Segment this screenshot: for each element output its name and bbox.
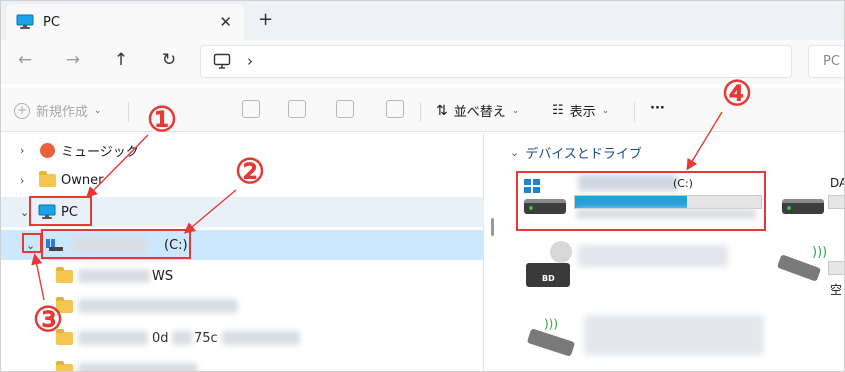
usb-drive-tile[interactable]: ))) bbox=[522, 311, 772, 361]
redacted-name bbox=[78, 269, 150, 283]
back-button[interactable]: ← bbox=[13, 50, 37, 70]
address-bar[interactable]: › bbox=[200, 45, 792, 78]
bd-drive-tile[interactable]: BD bbox=[522, 241, 762, 291]
folder-icon bbox=[56, 360, 73, 372]
chevron-down-icon: ⌄ bbox=[94, 105, 102, 116]
redacted-name bbox=[584, 315, 764, 355]
search-input[interactable]: PC bbox=[808, 45, 845, 78]
view-icon: ☷ bbox=[552, 103, 564, 118]
annotation-number-4: ④ bbox=[721, 74, 753, 114]
chevron-down-icon: ⌄ bbox=[511, 105, 520, 116]
address-chevron-icon[interactable]: › bbox=[247, 52, 253, 70]
sort-button-label: 並べ替え bbox=[453, 105, 506, 120]
share-icon[interactable] bbox=[336, 100, 354, 118]
chevron-down-icon: ⌄ bbox=[601, 105, 610, 116]
chevron-right-icon[interactable]: › bbox=[20, 144, 24, 157]
sort-icon: ⇅ bbox=[436, 102, 448, 119]
tab-pc[interactable]: PC ✕ bbox=[6, 4, 244, 40]
tree-item-redacted[interactable]: 0d 75c bbox=[0, 323, 484, 353]
tree-item-windows[interactable]: WS bbox=[0, 261, 484, 291]
redacted-name bbox=[78, 363, 198, 372]
chevron-down-icon[interactable]: ⌄ bbox=[510, 146, 519, 159]
bd-badge: BD bbox=[542, 274, 555, 283]
annotation-number-3: ③ bbox=[32, 300, 64, 340]
divider bbox=[634, 102, 635, 122]
annotation-number-2: ② bbox=[234, 152, 266, 192]
drive-d-label[interactable]: DA bbox=[830, 176, 845, 190]
chevron-down-icon[interactable]: ⌄ bbox=[20, 206, 29, 219]
tree-item-redacted[interactable] bbox=[0, 355, 484, 372]
content-pane: ⌄ デバイスとドライブ (C:) DA BD ))) 空 ))) bbox=[494, 133, 845, 372]
drive-d-usage-bar bbox=[828, 195, 845, 209]
signal-icon: ))) bbox=[812, 245, 828, 260]
redacted-name bbox=[578, 245, 728, 267]
new-tab-button[interactable]: + bbox=[258, 9, 273, 30]
monitor-outline-icon bbox=[213, 53, 231, 69]
annotation-box-1 bbox=[29, 196, 92, 226]
redacted-name bbox=[78, 299, 238, 313]
usb-usage-bar bbox=[828, 261, 845, 275]
divider bbox=[420, 102, 421, 122]
redacted-name bbox=[222, 331, 300, 345]
refresh-button[interactable]: ↻ bbox=[157, 50, 181, 70]
chevron-right-icon[interactable]: › bbox=[20, 174, 24, 187]
forward-button[interactable]: → bbox=[61, 50, 85, 70]
plus-circle-icon: + bbox=[14, 102, 30, 119]
annotation-box-3 bbox=[22, 233, 42, 253]
tree-item-label: 75c bbox=[194, 330, 218, 346]
new-button[interactable]: + 新規作成 ⌄ bbox=[14, 101, 102, 120]
tree-item-redacted[interactable] bbox=[0, 291, 484, 321]
usb-drive-icon bbox=[526, 328, 576, 357]
view-button[interactable]: ☷ 表示 ⌄ bbox=[552, 101, 609, 120]
up-button[interactable]: ↑ bbox=[109, 50, 133, 70]
view-button-label: 表示 bbox=[569, 105, 596, 120]
group-header-label: デバイスとドライブ bbox=[525, 147, 642, 162]
paste-icon[interactable] bbox=[242, 100, 260, 118]
signal-icon: ))) bbox=[544, 317, 559, 331]
tree-item-label: 0d bbox=[152, 330, 169, 346]
tree-item-label: ミュージック bbox=[61, 144, 139, 160]
hdd-icon bbox=[782, 199, 824, 214]
title-bar: PC ✕ + bbox=[0, 0, 845, 40]
annotation-box-2 bbox=[41, 229, 191, 259]
monitor-icon bbox=[16, 14, 34, 29]
tree-item-label: WS bbox=[152, 268, 174, 284]
usb-partial-label: 空 bbox=[830, 283, 843, 297]
new-button-label: 新規作成 bbox=[36, 105, 89, 120]
tab-title: PC bbox=[43, 14, 60, 30]
group-header[interactable]: ⌄ デバイスとドライブ bbox=[510, 143, 642, 162]
music-icon bbox=[40, 142, 55, 158]
rename-icon[interactable] bbox=[288, 100, 306, 118]
folder-icon bbox=[39, 170, 56, 187]
delete-icon[interactable] bbox=[386, 100, 404, 118]
annotation-box-4 bbox=[516, 171, 766, 231]
divider bbox=[128, 102, 129, 122]
sort-button[interactable]: ⇅ 並べ替え ⌄ bbox=[436, 101, 520, 121]
more-options-button[interactable]: ··· bbox=[650, 101, 665, 116]
redacted-name bbox=[78, 331, 148, 345]
close-icon[interactable]: ✕ bbox=[219, 13, 232, 31]
tree-item-label: Owner bbox=[61, 172, 104, 188]
redacted-name bbox=[172, 331, 192, 345]
disc-icon bbox=[550, 241, 572, 263]
annotation-number-1: ① bbox=[146, 100, 178, 140]
folder-icon bbox=[56, 266, 73, 283]
